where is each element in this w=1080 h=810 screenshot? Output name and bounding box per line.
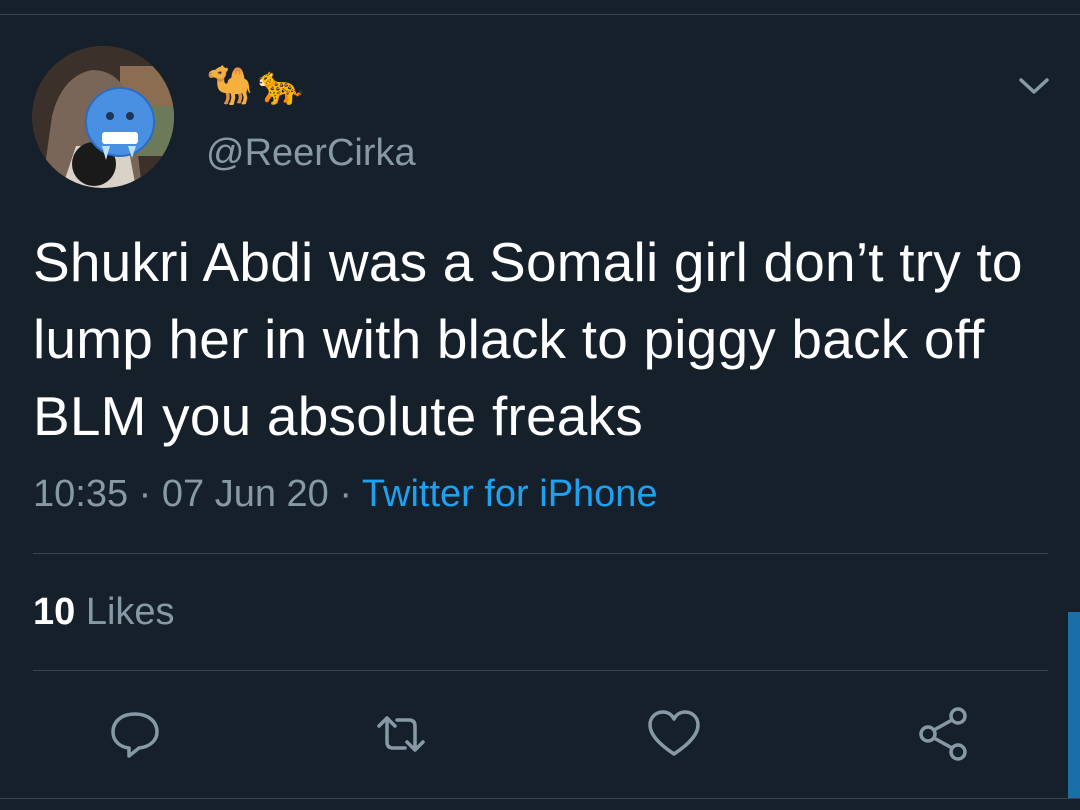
meta-separator: ·	[339, 473, 353, 515]
meta-separator: ·	[138, 473, 152, 515]
tweet-text: Shukri Abdi was a Somali girl don’t try …	[33, 231, 1023, 447]
share-icon[interactable]	[916, 706, 972, 762]
avatar[interactable]	[32, 46, 174, 188]
user-handle[interactable]: @ReerCirka	[206, 130, 416, 176]
likes-count: 10	[33, 591, 76, 633]
tweet-meta: 10:35 · 07 Jun 20 · Twitter for iPhone	[33, 470, 658, 518]
scrollbar[interactable]	[1068, 612, 1080, 798]
divider	[33, 553, 1048, 554]
avatar-image	[32, 46, 174, 188]
reply-icon[interactable]	[107, 706, 163, 762]
likes-label: Likes	[85, 591, 175, 633]
tweet-source-link[interactable]: Twitter for iPhone	[362, 473, 658, 515]
heart-icon[interactable]	[646, 706, 702, 762]
bottom-divider	[0, 798, 1080, 799]
retweet-icon[interactable]	[373, 706, 429, 762]
chevron-down-icon[interactable]	[1016, 72, 1052, 100]
tweet-date: 07 Jun 20	[161, 473, 329, 515]
top-divider	[0, 14, 1080, 15]
likes-stat[interactable]: 10 Likes	[33, 588, 175, 636]
divider	[33, 670, 1048, 671]
display-name[interactable]: 🐪🐆	[206, 62, 309, 108]
tweet-time: 10:35	[33, 473, 129, 515]
